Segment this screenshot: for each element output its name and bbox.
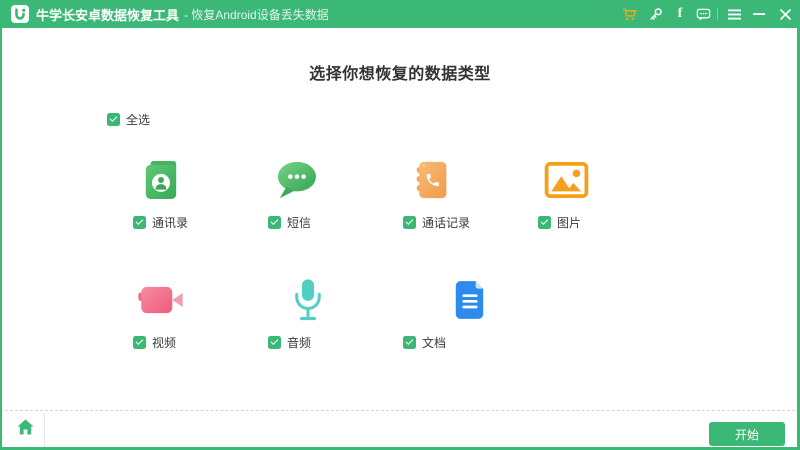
app-logo-icon [11,5,29,23]
audio-icon [280,276,336,324]
category-checkbox[interactable] [133,216,146,229]
category-checkbox[interactable] [133,336,146,349]
select-all-label: 全选 [126,113,151,127]
titlebar: 牛学长安卓数据恢复工具 - 恢复Android设备丢失数据 f [0,0,800,28]
contacts-icon [133,156,189,204]
home-icon [17,419,33,435]
category-label: 图片 [557,216,582,230]
category-label: 短信 [287,216,312,230]
app-title: 牛学长安卓数据恢复工具 [36,7,180,23]
category-checkbox[interactable] [538,216,551,229]
category-checkbox[interactable] [268,216,281,229]
select-all-checkbox[interactable] [107,113,120,126]
select-all[interactable]: 全选 [107,111,150,128]
sms-icon [268,156,324,204]
footer-divider [44,413,45,447]
category-checkbox[interactable] [403,336,416,349]
call-history-icon [403,156,459,204]
home-button[interactable] [13,415,37,439]
category-label: 视频 [152,336,177,350]
documents-icon [441,276,497,324]
cart-icon[interactable] [621,0,637,28]
app-window: 牛学长安卓数据恢复工具 - 恢复Android设备丢失数据 f 选择你想恢复的数… [0,0,800,450]
titlebar-divider [717,8,718,20]
category-cell-documents[interactable]: 文档 [403,276,523,351]
menu-icon[interactable] [726,0,742,28]
category-label: 音频 [287,336,312,350]
footer-bar: 开始 [0,410,800,447]
key-icon[interactable] [648,0,664,28]
app-subtitle: - 恢复Android设备丢失数据 [184,7,329,22]
category-cell-video[interactable]: 视频 [133,276,253,351]
category-cell-call-history[interactable]: 通话记录 [403,156,523,231]
category-cell-pictures[interactable]: 图片 [538,156,658,231]
category-cell-contacts[interactable]: 通讯录 [133,156,253,231]
category-checkbox[interactable] [403,216,416,229]
pictures-icon [538,156,594,204]
category-label: 通话记录 [422,216,471,230]
page-title: 选择你想恢复的数据类型 [309,66,491,83]
feedback-icon[interactable] [695,0,711,28]
facebook-icon[interactable]: f [672,0,688,28]
category-cell-sms[interactable]: 短信 [268,156,388,231]
video-icon [133,276,189,324]
category-cell-audio[interactable]: 音频 [268,276,388,351]
start-button[interactable]: 开始 [709,422,785,446]
category-checkbox[interactable] [268,336,281,349]
category-label: 文档 [422,336,447,350]
window-title: 牛学长安卓数据恢复工具 - 恢复Android设备丢失数据 [36,0,329,28]
close-icon[interactable] [777,0,793,28]
category-label: 通讯录 [152,216,189,230]
minimize-icon[interactable] [751,0,767,28]
window-frame-left [0,0,2,450]
